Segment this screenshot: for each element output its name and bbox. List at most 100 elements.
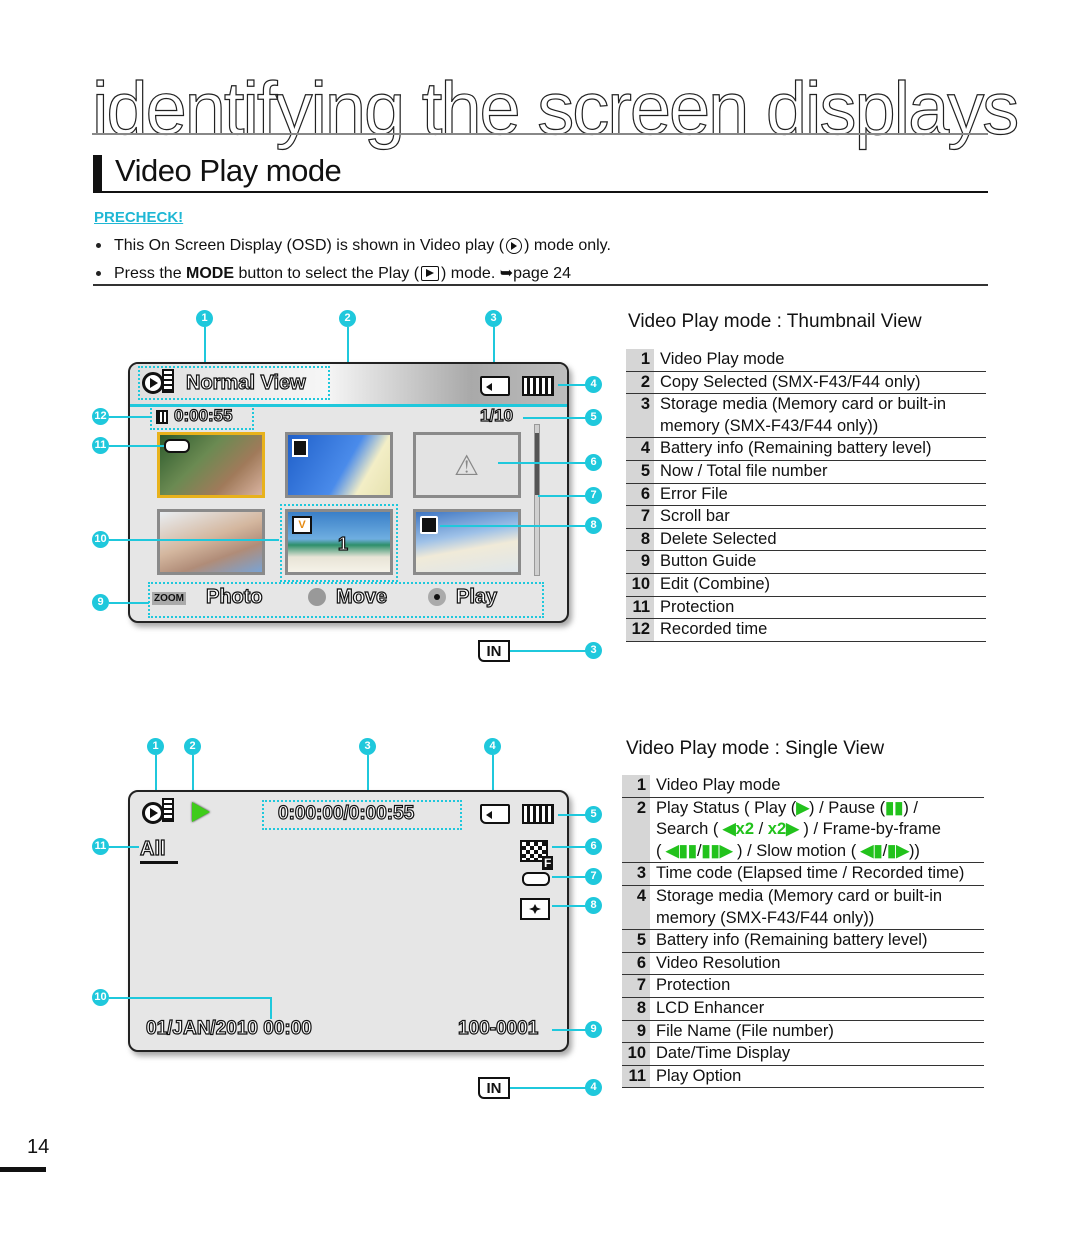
callout-line xyxy=(109,539,279,541)
callout-line xyxy=(109,416,151,418)
frame-forward-icon: ▮▮▶ xyxy=(701,841,733,860)
legend-text-part: ) / Pause ( xyxy=(809,798,886,817)
legend-number: 8 xyxy=(622,997,650,1020)
legend-row: 7 Protection xyxy=(622,975,984,998)
thumbnail-3-error-file[interactable]: ⚠ xyxy=(413,432,521,498)
legend-row: 12 Recorded time xyxy=(626,619,986,642)
lcd-screen-thumbnail: Normal View 0:00:55 1/10 ⚠ V 1 ZOOM Phot… xyxy=(128,362,569,623)
legend-text: Error File xyxy=(660,484,728,503)
warning-icon: ⚠ xyxy=(454,450,480,481)
single-legend-table: 1 Video Play mode 2 Play Status ( Play (▶) … xyxy=(622,775,984,1089)
page-number: 14 xyxy=(27,1136,50,1158)
memory-card-icon xyxy=(480,376,510,396)
legend-text: Now / Total file number xyxy=(660,461,828,480)
legend-text-part: / xyxy=(754,820,768,839)
bullet-dot xyxy=(96,243,101,249)
precheck-bullet-1: This On Screen Display (OSD) is shown in… xyxy=(96,237,611,255)
callout-8: 8 xyxy=(585,897,602,914)
legend-row: 6 Video Resolution xyxy=(622,952,984,976)
section-title: Video Play mode xyxy=(115,153,342,188)
bullet-text: This On Screen Display (OSD) is shown in… xyxy=(114,237,505,254)
callout-line xyxy=(552,876,586,878)
pause-icon: ▮▮ xyxy=(885,798,904,817)
thumbnail-6-delete-selected[interactable] xyxy=(413,509,521,575)
battery-icon xyxy=(522,804,554,824)
callout-line xyxy=(440,525,586,527)
legend-row: 8 Delete Selected xyxy=(626,528,986,552)
lcd-enhancer-icon xyxy=(520,898,550,920)
thumbnail-legend-table: 1 Video Play mode 2 Copy Selected (SMX-F43/… xyxy=(626,349,986,642)
thumbnail-1-protected[interactable] xyxy=(157,432,265,498)
video-play-mode-icon xyxy=(142,372,164,394)
legend-text-part: ) / Frame-by-frame xyxy=(798,820,941,839)
callout-1: 1 xyxy=(147,738,164,755)
callout-line xyxy=(552,905,586,907)
legend-text: Battery info (Remaining battery level) xyxy=(656,931,928,950)
legend-row: 3 Storage media (Memory card or built-in … xyxy=(626,394,986,439)
legend-text: Protection xyxy=(660,597,735,616)
file-counter: 1/10 xyxy=(479,405,514,425)
legend-number: 1 xyxy=(622,775,650,797)
video-play-mode-icon xyxy=(142,802,164,824)
legend-row: 5 Now / Total file number xyxy=(626,460,986,484)
legend-text: Play Status ( Play (▶) / Pause (▮▮) / Sea… xyxy=(650,798,984,863)
video-play-mode-icon xyxy=(506,237,523,254)
bullet-text: ) mode only. xyxy=(524,237,611,254)
guide-play: Play xyxy=(455,585,498,608)
bullet-text: button to select the Play ( xyxy=(234,265,420,282)
legend-number: 6 xyxy=(626,483,654,506)
protection-key-icon xyxy=(164,439,190,453)
thumbnail-legend-title: Video Play mode : Thumbnail View xyxy=(628,311,922,332)
legend-number: 6 xyxy=(622,952,650,975)
callout-line xyxy=(538,495,586,497)
memory-card-icon xyxy=(480,804,510,824)
legend-text: File Name (File number) xyxy=(656,1021,834,1040)
legend-text-part: ( xyxy=(656,841,667,860)
legend-number: 5 xyxy=(622,930,650,952)
frame-back-icon: ◀▮▮ xyxy=(666,841,697,860)
scroll-bar[interactable] xyxy=(534,424,540,576)
callout-2: 2 xyxy=(184,738,201,755)
legend-row: 2 Play Status ( Play (▶) / Pause (▮▮) / Se… xyxy=(622,797,984,864)
legend-number: 12 xyxy=(626,619,654,641)
legend-text: Storage media (Memory card or built-in m… xyxy=(660,395,947,435)
callout-10: 10 xyxy=(92,989,109,1006)
legend-row: 4 Storage media (Memory card or built-in … xyxy=(622,885,984,931)
built-in-memory-icon: IN xyxy=(478,1077,510,1099)
thumbnail-4[interactable] xyxy=(157,509,265,575)
callout-line xyxy=(558,384,586,386)
legend-number: 3 xyxy=(622,863,650,885)
thumbnail-2-copy-selected[interactable] xyxy=(285,432,393,498)
callout-line xyxy=(558,814,586,816)
legend-number: 1 xyxy=(626,349,654,371)
copy-icon xyxy=(292,439,308,457)
film-icon xyxy=(156,410,168,424)
legend-number: 10 xyxy=(622,1043,650,1065)
callout-3-alt: 3 xyxy=(585,642,602,659)
page-reference-link[interactable]: page 24 xyxy=(513,265,571,282)
callout-12: 12 xyxy=(92,408,109,425)
legend-row: 3 Time code (Elapsed time / Recorded time… xyxy=(622,863,984,886)
date-time-display: 01/JAN/2010 00:00 xyxy=(145,1017,312,1039)
legend-text: LCD Enhancer xyxy=(656,998,765,1017)
callout-10: 10 xyxy=(92,531,109,548)
page-number-rule xyxy=(0,1167,46,1172)
dpad-icon xyxy=(308,588,326,606)
play-icon: ▶ xyxy=(796,798,810,817)
guide-move: Move xyxy=(335,585,388,608)
legend-number: 11 xyxy=(622,1065,650,1088)
legend-row: 8 LCD Enhancer xyxy=(622,997,984,1021)
callout-line xyxy=(552,846,586,848)
scroll-thumb[interactable] xyxy=(535,433,539,495)
callout-line xyxy=(109,445,164,447)
legend-row: 5 Battery info (Remaining battery level) xyxy=(622,930,984,953)
combine-number: 1 xyxy=(337,533,349,554)
bullet-text: Press the xyxy=(114,265,187,282)
thumbnail-5-combine[interactable]: V 1 xyxy=(285,509,393,575)
film-strip-icon xyxy=(162,369,174,393)
callout-9: 9 xyxy=(92,594,109,611)
legend-row: 4 Battery info (Remaining battery level) xyxy=(626,438,986,461)
legend-number: 3 xyxy=(626,394,654,438)
play-mode-icon xyxy=(421,266,440,282)
play-option-icon: All xyxy=(139,837,178,864)
